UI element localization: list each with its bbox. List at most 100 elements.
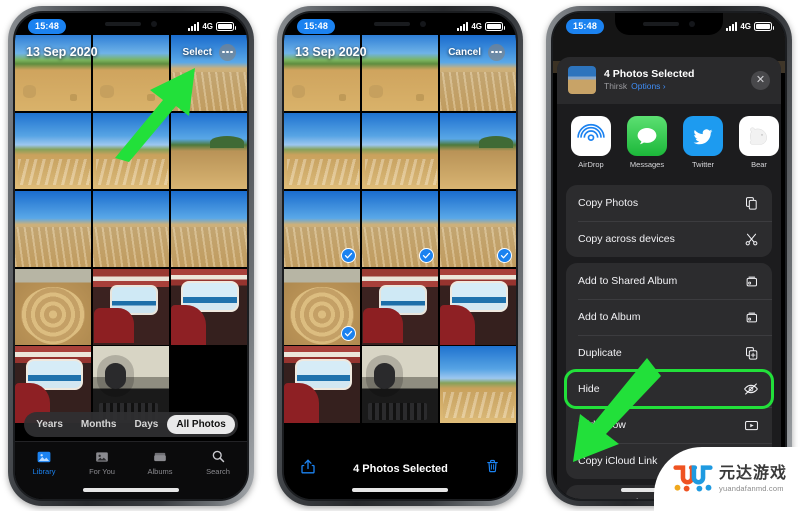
photo-cell-selected[interactable] xyxy=(361,190,439,268)
home-indicator[interactable] xyxy=(83,488,179,492)
photo-cell[interactable] xyxy=(170,268,247,345)
cancel-button[interactable]: Cancel xyxy=(448,47,481,58)
tab-search[interactable]: Search xyxy=(193,449,243,476)
grid-actions: Select xyxy=(183,43,236,61)
album-icon xyxy=(742,308,760,326)
menu-item-label: Hide xyxy=(578,383,600,395)
phone-2-frame: 13 Sep 2020 Cancel 4 Photos Selected 15:… xyxy=(277,6,661,506)
watermark-cn-label: 元达游戏 xyxy=(719,464,788,482)
airdrop-icon xyxy=(571,116,611,156)
share-button[interactable] xyxy=(300,457,316,481)
share-location-label: Thirsk xyxy=(604,80,628,91)
phone-1-screen: 13 Sep 2020 Select Years Months Days All… xyxy=(15,13,247,499)
segment-days[interactable]: Days xyxy=(125,415,167,434)
share-sheet: 4 Photos Selected Thirsk Options › ✕ Air… xyxy=(557,57,781,499)
device-notch xyxy=(346,13,454,35)
menu-item-copy-across-devices[interactable]: Copy across devices xyxy=(566,221,772,257)
photo-cell-selected[interactable] xyxy=(284,268,361,345)
segment-months[interactable]: Months xyxy=(72,415,126,434)
tab-library[interactable]: Library xyxy=(19,449,69,476)
photo-cell[interactable] xyxy=(92,190,170,268)
screenshot-canvas: 13 Sep 2020 Select Years Months Days All… xyxy=(0,0,800,511)
share-app-bear[interactable]: Bear xyxy=(738,116,780,169)
menu-item-add-to-shared-album[interactable]: Add to Shared Album xyxy=(566,263,772,299)
menu-item-label: Copy Photos xyxy=(578,197,639,209)
phone-3-screen: 4 Photos Selected Thirsk Options › ✕ Air… xyxy=(553,13,785,499)
photo-grid-2 xyxy=(284,35,516,423)
photo-cell[interactable] xyxy=(170,112,247,190)
menu-item-label: Add to Shared Album xyxy=(578,275,678,287)
hide-eye-icon xyxy=(742,380,760,398)
duplicate-icon xyxy=(742,344,760,362)
photo-cell[interactable] xyxy=(15,112,92,190)
share-options-link[interactable]: Options › xyxy=(631,81,666,91)
menu-item-copy-photos[interactable]: Copy Photos xyxy=(566,185,772,221)
share-app-twitter[interactable]: Twitter xyxy=(682,116,724,169)
share-menu-group-1: Copy Photos Copy across devices xyxy=(566,185,772,257)
share-app-label: AirDrop xyxy=(578,160,604,169)
tab-albums-label: Albums xyxy=(147,467,173,476)
photo-cell[interactable] xyxy=(284,346,361,423)
menu-item-add-to-album[interactable]: Add to Album xyxy=(566,299,772,335)
more-options-button[interactable] xyxy=(219,43,236,61)
delete-button[interactable] xyxy=(485,457,500,480)
photo-cell[interactable] xyxy=(361,346,439,423)
bear-icon xyxy=(739,116,779,156)
close-icon[interactable]: ✕ xyxy=(751,70,770,90)
menu-item-label: Slideshow xyxy=(578,419,626,431)
share-app-label: Twitter xyxy=(691,160,715,169)
menu-item-label: Copy iCloud Link xyxy=(578,455,658,467)
tab-albums[interactable]: Albums xyxy=(135,449,185,476)
photo-cell-selected[interactable] xyxy=(284,190,361,268)
photo-cell[interactable] xyxy=(170,190,247,268)
photo-cell[interactable] xyxy=(361,268,439,345)
photo-cell[interactable] xyxy=(15,190,92,268)
watermark-text: 元达游戏 yuandafanmd.com xyxy=(719,464,788,493)
home-indicator[interactable] xyxy=(352,488,448,492)
photo-cell[interactable] xyxy=(439,346,516,423)
photo-cell[interactable] xyxy=(92,112,170,190)
tab-for-you-label: For You xyxy=(89,467,115,476)
phone-3-body: 4 Photos Selected Thirsk Options › ✕ Air… xyxy=(551,11,787,501)
tab-search-label: Search xyxy=(206,467,230,476)
photos-icon xyxy=(36,449,53,464)
albums-icon xyxy=(152,449,169,464)
timeline-segmented-control: Years Months Days All Photos xyxy=(15,412,247,437)
site-watermark: 元达游戏 yuandafanmd.com xyxy=(654,447,800,511)
photo-cell-selected[interactable] xyxy=(439,190,516,268)
tab-for-you[interactable]: For You xyxy=(77,449,127,476)
phone-1-body: 13 Sep 2020 Select Years Months Days All… xyxy=(13,11,249,501)
photo-cell[interactable] xyxy=(439,268,516,345)
grid-date-label: 13 Sep 2020 xyxy=(26,45,98,59)
photo-cell[interactable] xyxy=(92,268,170,345)
earpiece-speaker xyxy=(643,22,679,26)
segment-years[interactable]: Years xyxy=(27,415,72,434)
device-notch xyxy=(77,13,185,35)
device-notch xyxy=(615,13,723,35)
earpiece-speaker xyxy=(374,22,410,26)
share-app-messages[interactable]: Messages xyxy=(626,116,668,169)
menu-item-label: Add to Album xyxy=(578,311,641,323)
photo-cell[interactable] xyxy=(284,112,361,190)
segment-all-photos[interactable]: All Photos xyxy=(167,415,235,434)
menu-item-slideshow[interactable]: Slideshow xyxy=(566,407,772,443)
photo-cell[interactable] xyxy=(439,112,516,190)
share-sheet-titles: 4 Photos Selected Thirsk Options › xyxy=(604,68,743,93)
select-button[interactable]: Select xyxy=(183,47,212,58)
share-apps-row: AirDrop Messages Twitter Bear xyxy=(557,104,781,179)
slideshow-icon xyxy=(742,416,760,434)
for-you-icon xyxy=(94,449,111,464)
earpiece-speaker xyxy=(105,22,141,26)
front-camera xyxy=(689,21,695,27)
messages-icon xyxy=(627,116,667,156)
menu-item-hide[interactable]: Hide xyxy=(564,369,774,409)
menu-item-duplicate[interactable]: Duplicate xyxy=(566,335,772,371)
grid-header-2: 13 Sep 2020 Cancel xyxy=(284,39,516,65)
front-camera xyxy=(151,21,157,27)
more-options-button[interactable] xyxy=(488,43,505,61)
share-app-airdrop[interactable]: AirDrop xyxy=(570,116,612,169)
phone-2-screen: 13 Sep 2020 Cancel 4 Photos Selected 15:… xyxy=(284,13,516,499)
photo-cell[interactable] xyxy=(15,268,92,345)
photo-cell[interactable] xyxy=(361,112,439,190)
phone-1-frame: 13 Sep 2020 Select Years Months Days All… xyxy=(8,6,254,506)
